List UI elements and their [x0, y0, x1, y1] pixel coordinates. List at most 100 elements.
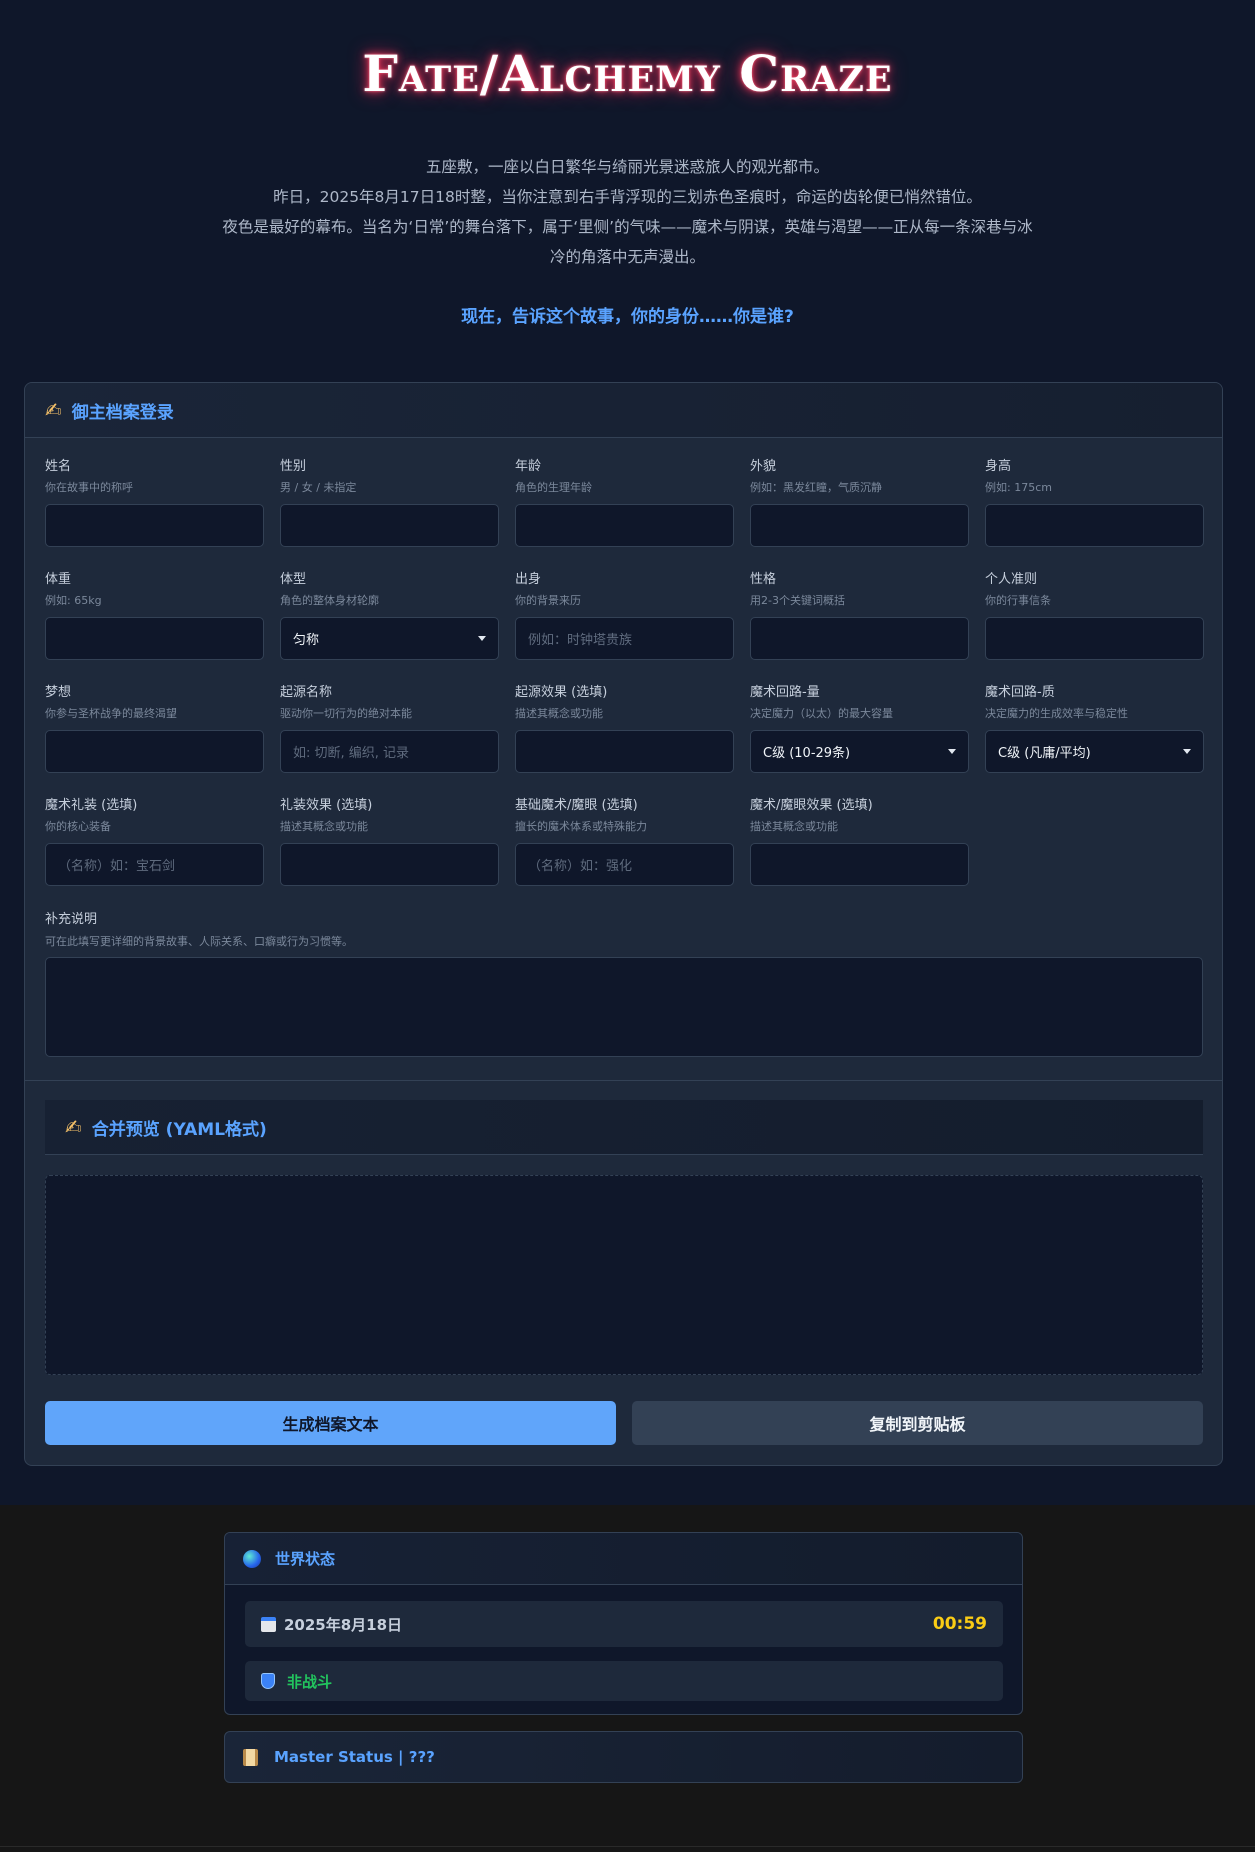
scroll-icon — [243, 1748, 258, 1766]
caret-down-icon — [478, 636, 486, 641]
field-select[interactable]: C级 (10-29条) — [750, 730, 969, 773]
field-label: 基础魔术/魔眼 (选填) — [515, 798, 638, 813]
field-input[interactable] — [515, 504, 734, 547]
field-hint: 例如：黑发红瞳，气质沉静 — [750, 481, 882, 494]
identity-prompt: 现在，告诉这个故事，你的身份……你是谁? — [461, 307, 794, 327]
field-label: 体型 — [280, 572, 307, 587]
intro-line: 夜色是最好的幕布。当名为‘日常’的舞台落下，属于‘里侧’的气味——魔术与阴谋，英… — [222, 218, 1033, 266]
world-status-header[interactable]: 世界状态 — [225, 1533, 1022, 1585]
field-input[interactable]: 如: 切断, 编织, 记录 — [280, 730, 499, 773]
writing-hand-icon: ✍ — [65, 1115, 82, 1139]
preview-header: ✍ 合并预览 (YAML格式) — [45, 1100, 1203, 1155]
field-hint: 驱动你一切行为的绝对本能 — [280, 707, 412, 720]
form-field: 礼装效果 (选填) 描述其概念或功能 — [280, 797, 499, 886]
intro-text: 五座敷，一座以白日繁华与绮丽光景迷惑旅人的观光都市。 昨日，2025年8月17日… — [215, 152, 1040, 272]
field-input[interactable]: （名称）如：强化 — [515, 843, 734, 886]
intro-line: 昨日，2025年8月17日18时整，当你注意到右手背浮现的三划赤色圣痕时，命运的… — [273, 188, 982, 206]
field-hint: 你的背景来历 — [515, 594, 581, 607]
field-label: 年龄 — [515, 459, 542, 474]
field-input[interactable] — [280, 504, 499, 547]
field-hint: 你在故事中的称呼 — [45, 481, 133, 494]
note-field: 补充说明 可在此填写更详细的背景故事、人际关系、口癖或行为习惯等。 — [45, 911, 1203, 1057]
field-label: 起源名称 — [280, 685, 333, 700]
select-value: C级 (10-29条) — [763, 746, 851, 761]
field-hint: 男 / 女 / 未指定 — [280, 481, 357, 494]
field-label: 魔术礼装 (选填) — [45, 798, 138, 813]
preview-title: 合并预览 (YAML格式) — [91, 1119, 267, 1140]
field-input[interactable] — [280, 843, 499, 886]
form-field: 年龄 角色的生理年龄 — [515, 458, 734, 547]
field-label: 礼装效果 (选填) — [280, 798, 373, 813]
form-field: 魔术/魔眼效果 (选填) 描述其概念或功能 — [750, 797, 969, 886]
master-status-panel[interactable]: Master Status | ??? — [224, 1731, 1023, 1783]
note-label: 补充说明 — [45, 912, 98, 927]
field-label: 身高 — [985, 459, 1012, 474]
note-textarea[interactable] — [45, 957, 1203, 1057]
field-hint: 你的核心装备 — [45, 820, 111, 833]
field-input[interactable]: 例如：时钟塔贵族 — [515, 617, 734, 660]
form-field: 性别男 / 女 / 未指定 — [280, 458, 499, 547]
field-hint: 例如: 175cm — [985, 481, 1052, 494]
field-input[interactable] — [45, 504, 264, 547]
field-label: 外貌 — [750, 459, 777, 474]
field-label: 魔术回路-量 — [750, 685, 820, 700]
form-field: 起源名称驱动你一切行为的绝对本能如: 切断, 编织, 记录 — [280, 684, 499, 773]
field-input[interactable] — [985, 617, 1204, 660]
divider — [25, 1080, 1222, 1081]
form-field: 魔术礼装 (选填) 你的核心装备 （名称）如：宝石剑 — [45, 797, 264, 886]
field-hint: 角色的生理年龄 — [515, 481, 592, 494]
field-hint: 你参与圣杯战争的最终渴望 — [45, 707, 177, 720]
input-placeholder: 如: 切断, 编织, 记录 — [293, 746, 410, 761]
form-field: 起源效果 (选填) 描述其概念或功能 — [515, 684, 734, 773]
field-input[interactable] — [45, 730, 264, 773]
form-field: 身高例如: 175cm — [985, 458, 1204, 547]
form-field: 体型 角色的整体身材轮廓 匀称 — [280, 571, 499, 660]
field-label: 姓名 — [45, 459, 72, 474]
date-wrap: 2025年8月18日 — [261, 1614, 402, 1635]
caret-down-icon — [1183, 749, 1191, 754]
form-field: 基础魔术/魔眼 (选填) 擅长的魔术体系或特殊能力 （名称）如：强化 — [515, 797, 734, 886]
field-label: 个人准则 — [985, 572, 1038, 587]
world-status-panel: 世界状态 2025年8月18日 00:59 非战斗 — [224, 1532, 1023, 1715]
field-input[interactable] — [985, 504, 1204, 547]
generate-button[interactable]: 生成档案文本 — [45, 1401, 616, 1445]
intro-line: 五座敷，一座以白日繁华与绮丽光景迷惑旅人的观光都市。 — [425, 158, 829, 176]
field-hint: 描述其概念或功能 — [750, 820, 838, 833]
field-input[interactable] — [750, 504, 969, 547]
field-label: 魔术/魔眼效果 (选填) — [750, 798, 873, 813]
field-label: 性别 — [280, 459, 307, 474]
note-hint: 可在此填写更详细的背景故事、人际关系、口癖或行为习惯等。 — [45, 935, 353, 948]
field-select[interactable]: 匀称 — [280, 617, 499, 660]
field-input[interactable]: （名称）如：宝石剑 — [45, 843, 264, 886]
field-hint: 例如: 65kg — [45, 594, 102, 607]
master-status-title: Master Status | ??? — [274, 1748, 435, 1766]
world-date: 2025年8月18日 — [284, 1615, 403, 1634]
field-input[interactable] — [515, 730, 734, 773]
bottom-line — [0, 1846, 1255, 1847]
field-label: 性格 — [750, 572, 777, 587]
field-label: 梦想 — [45, 685, 72, 700]
select-value: 匀称 — [293, 633, 320, 648]
field-label: 体重 — [45, 572, 72, 587]
field-hint: 决定魔力的生成效率与稳定性 — [985, 707, 1128, 720]
input-placeholder: （名称）如：宝石剑 — [58, 859, 176, 874]
form-field: 性格 用2-3个关键词概括 — [750, 571, 969, 660]
field-input[interactable] — [45, 617, 264, 660]
field-hint: 决定魔力（以太）的最大容量 — [750, 707, 893, 720]
field-label: 出身 — [515, 572, 542, 587]
field-hint: 擅长的魔术体系或特殊能力 — [515, 820, 647, 833]
main-stage: Fate/Alchemy Craze 五座敷，一座以白日繁华与绮丽光景迷惑旅人的… — [0, 0, 1255, 1505]
field-input[interactable] — [750, 617, 969, 660]
card-title: 御主档案登录 — [71, 402, 174, 423]
field-select[interactable]: C级 (凡庸/平均) — [985, 730, 1204, 773]
date-row: 2025年8月18日 00:59 — [245, 1601, 1003, 1647]
form-field: 姓名你在故事中的称呼 — [45, 458, 264, 547]
form-field: 魔术回路-质 决定魔力的生成效率与稳定性 C级 (凡庸/平均) — [985, 684, 1204, 773]
yaml-preview-textarea[interactable] — [45, 1175, 1203, 1375]
form-field: 出身你的背景来历例如：时钟塔贵族 — [515, 571, 734, 660]
form-field: 个人准则你的行事信条 — [985, 571, 1204, 660]
copy-button[interactable]: 复制到剪贴板 — [632, 1401, 1203, 1445]
field-input[interactable] — [750, 843, 969, 886]
field-hint: 你的行事信条 — [985, 594, 1051, 607]
field-label: 起源效果 (选填) — [515, 685, 608, 700]
